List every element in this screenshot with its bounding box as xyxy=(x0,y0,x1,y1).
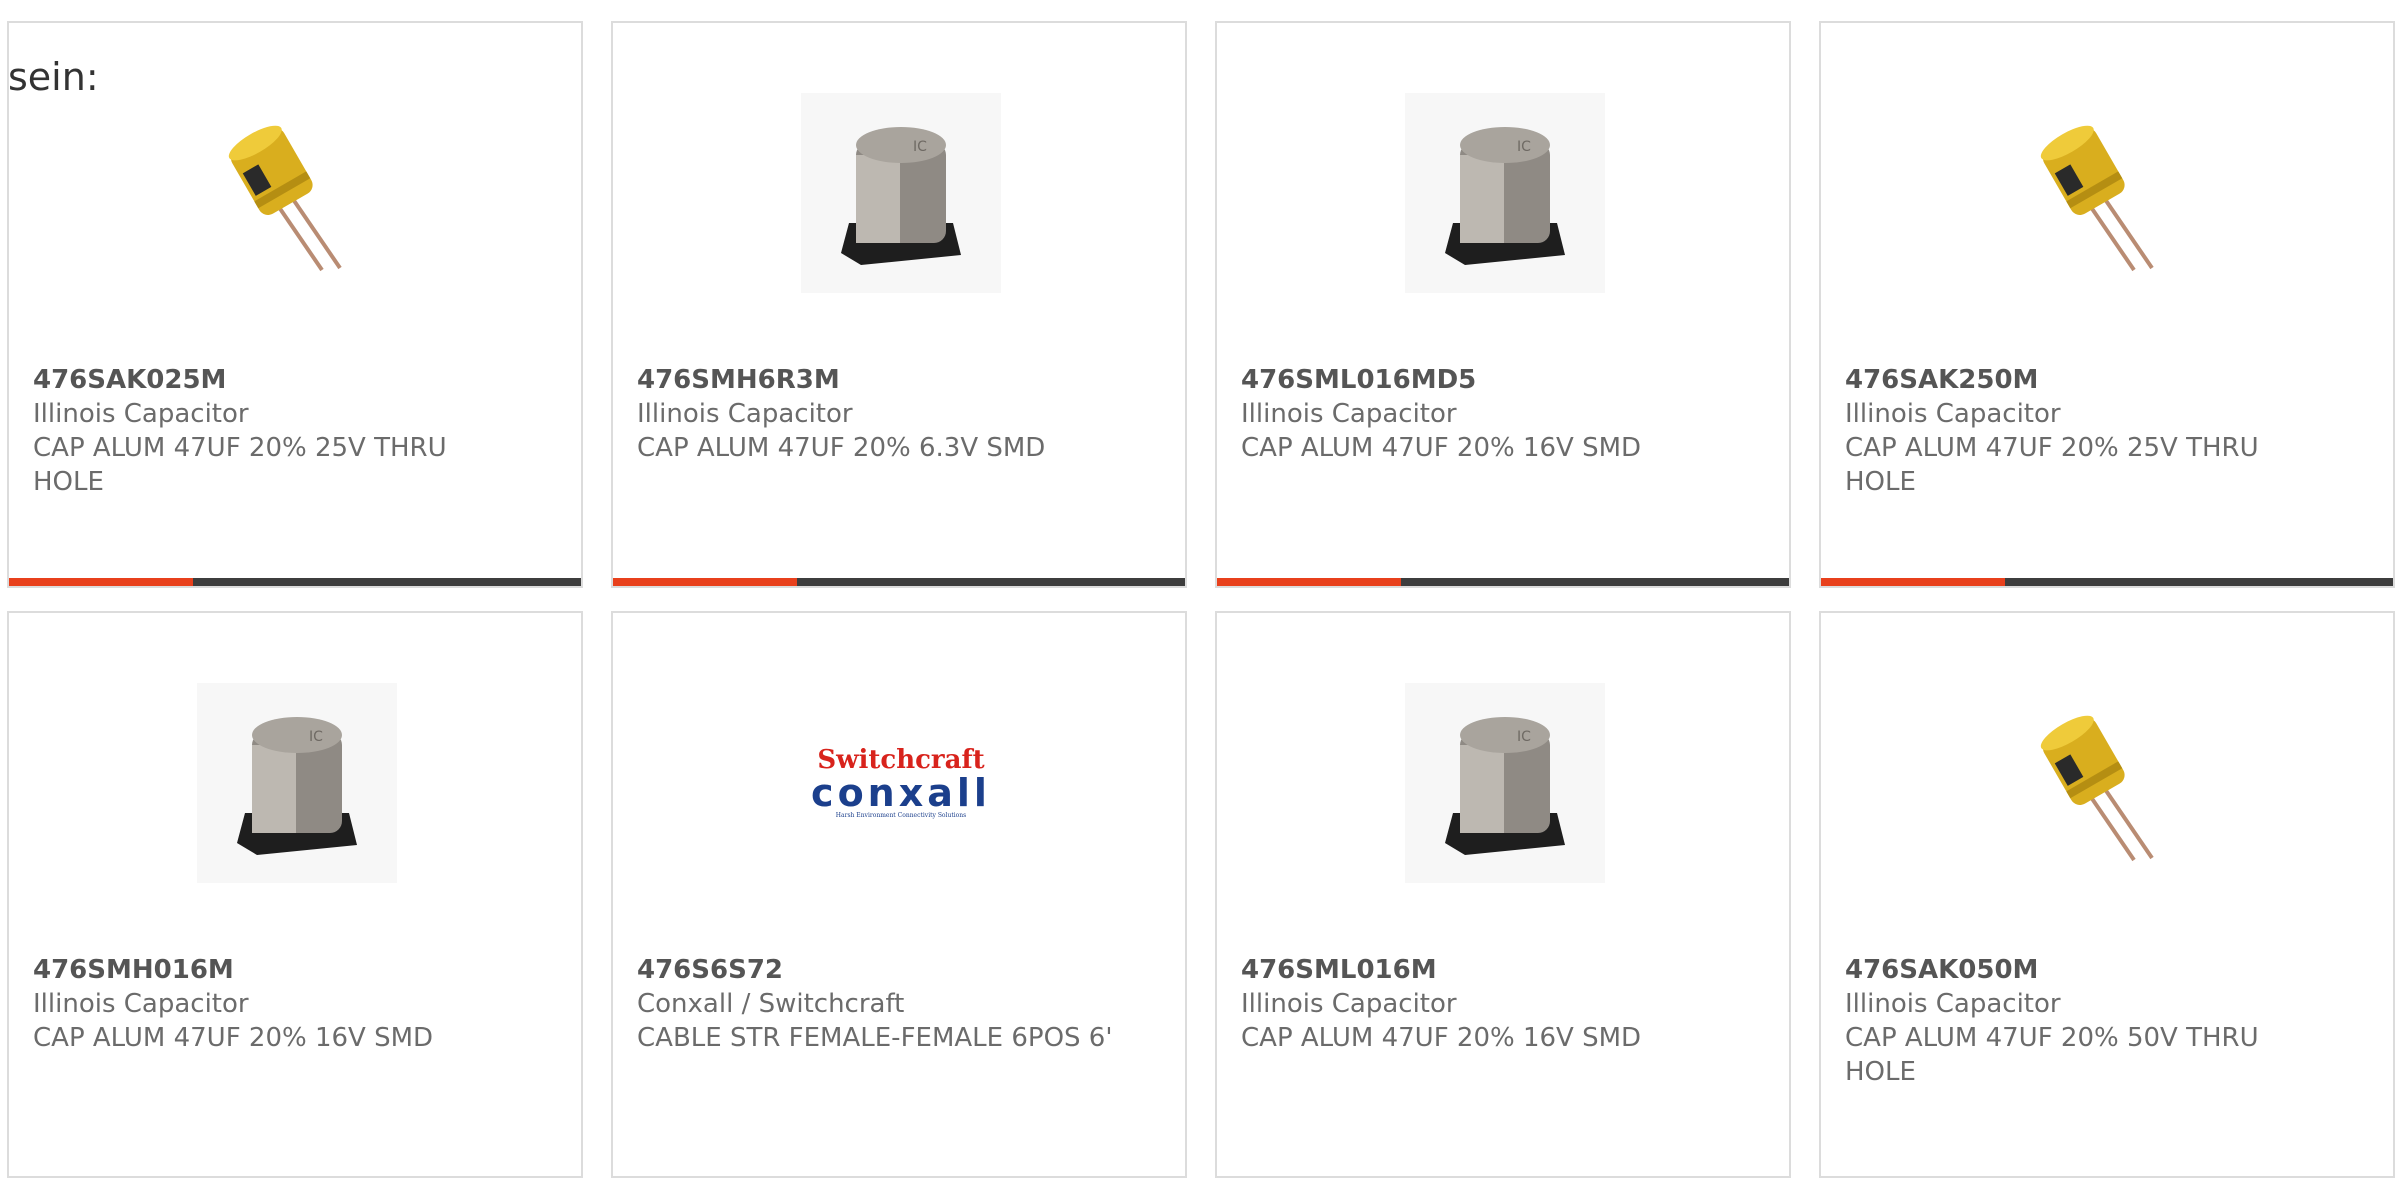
intro-text: sein: xyxy=(8,55,99,99)
manufacturer: Illinois Capacitor xyxy=(1845,399,2061,429)
product-text: 476SMH6R3M Illinois Capacitor CAP ALUM 4… xyxy=(637,363,1117,465)
accent-bar xyxy=(1821,578,2005,586)
accent-bar xyxy=(1217,578,1401,586)
radial-capacitor-icon xyxy=(2040,125,2154,272)
part-number-link[interactable]: 476SAK025M xyxy=(33,363,513,397)
part-number-link[interactable]: 476S6S72 xyxy=(637,953,1117,987)
svg-text:IC: IC xyxy=(913,139,927,155)
product-text: 476SAK050M Illinois Capacitor CAP ALUM 4… xyxy=(1845,953,2325,1089)
part-number-link[interactable]: 476SML016MD5 xyxy=(1241,363,1721,397)
svg-text:IC: IC xyxy=(1517,729,1531,745)
description: CAP ALUM 47UF 20% 16V SMD xyxy=(1241,433,1642,463)
part-number-link[interactable]: 476SML016M xyxy=(1241,953,1721,987)
card-bottom-bar xyxy=(9,578,581,586)
manufacturer: Illinois Capacitor xyxy=(1845,989,2061,1019)
product-card[interactable]: IC 476SMH6R3M Illinois Capacitor CAP ALU… xyxy=(611,21,1187,588)
accent-bar xyxy=(9,578,193,586)
manufacturer: Conxall / Switchcraft xyxy=(637,989,905,1019)
product-card[interactable]: IC 476SMH016M Illinois Capacitor CAP ALU… xyxy=(7,611,583,1178)
manufacturer: Illinois Capacitor xyxy=(1241,989,1457,1019)
product-image[interactable]: IC xyxy=(1405,93,1605,293)
card-bottom-bar xyxy=(1217,578,1789,586)
manufacturer: Illinois Capacitor xyxy=(1241,399,1457,429)
svg-text:IC: IC xyxy=(1517,139,1531,155)
switchcraft-conxall-logo: Switchcraft conxall Harsh Environment Co… xyxy=(801,746,1001,820)
product-image[interactable] xyxy=(2009,93,2209,293)
product-text: 476SAK025M Illinois Capacitor CAP ALUM 4… xyxy=(33,363,513,499)
product-card[interactable]: 476SAK050M Illinois Capacitor CAP ALUM 4… xyxy=(1819,611,2395,1178)
smd-capacitor-icon: IC xyxy=(801,93,1001,293)
product-card[interactable]: 476SAK025M Illinois Capacitor CAP ALUM 4… xyxy=(7,21,583,588)
card-bottom-bar xyxy=(1821,578,2393,586)
smd-capacitor-icon: IC xyxy=(1405,93,1605,293)
manufacturer: Illinois Capacitor xyxy=(33,399,249,429)
smd-capacitor-icon: IC xyxy=(1405,683,1605,883)
svg-text:IC: IC xyxy=(309,729,323,745)
product-card[interactable]: Switchcraft conxall Harsh Environment Co… xyxy=(611,611,1187,1178)
product-text: 476SAK250M Illinois Capacitor CAP ALUM 4… xyxy=(1845,363,2325,499)
description: CAP ALUM 47UF 20% 50V THRU HOLE xyxy=(1845,1023,2259,1087)
logo-text-main: conxall xyxy=(811,771,991,815)
smd-capacitor-icon: IC xyxy=(197,683,397,883)
card-bottom-bar xyxy=(613,578,1185,586)
product-card[interactable]: IC 476SML016MD5 Illinois Capacitor CAP A… xyxy=(1215,21,1791,588)
product-text: 476SML016M Illinois Capacitor CAP ALUM 4… xyxy=(1241,953,1721,1055)
product-text: 476S6S72 Conxall / Switchcraft CABLE STR… xyxy=(637,953,1117,1055)
part-number-link[interactable]: 476SMH016M xyxy=(33,953,513,987)
product-card[interactable]: 476SAK250M Illinois Capacitor CAP ALUM 4… xyxy=(1819,21,2395,588)
product-text: 476SML016MD5 Illinois Capacitor CAP ALUM… xyxy=(1241,363,1721,465)
manufacturer: Illinois Capacitor xyxy=(637,399,853,429)
product-image[interactable]: IC xyxy=(1405,683,1605,883)
description: CABLE STR FEMALE-FEMALE 6POS 6' xyxy=(637,1023,1113,1053)
part-number-link[interactable]: 476SAK250M xyxy=(1845,363,2325,397)
description: CAP ALUM 47UF 20% 25V THRU HOLE xyxy=(1845,433,2259,497)
product-image[interactable] xyxy=(2009,683,2209,883)
manufacturer: Illinois Capacitor xyxy=(33,989,249,1019)
product-image[interactable]: IC xyxy=(801,93,1001,293)
product-card[interactable]: IC 476SML016M Illinois Capacitor CAP ALU… xyxy=(1215,611,1791,1178)
logo-text-top: Switchcraft xyxy=(817,745,985,775)
part-number-link[interactable]: 476SAK050M xyxy=(1845,953,2325,987)
description: CAP ALUM 47UF 20% 6.3V SMD xyxy=(637,433,1046,463)
product-image[interactable]: Switchcraft conxall Harsh Environment Co… xyxy=(801,683,1001,883)
part-number-link[interactable]: 476SMH6R3M xyxy=(637,363,1117,397)
product-image[interactable]: IC xyxy=(197,683,397,883)
radial-capacitor-icon xyxy=(2040,715,2154,862)
description: CAP ALUM 47UF 20% 16V SMD xyxy=(1241,1023,1642,1053)
description: CAP ALUM 47UF 20% 16V SMD xyxy=(33,1023,434,1053)
product-image[interactable] xyxy=(197,93,397,293)
radial-capacitor-icon xyxy=(228,125,342,272)
product-text: 476SMH016M Illinois Capacitor CAP ALUM 4… xyxy=(33,953,513,1055)
accent-bar xyxy=(613,578,797,586)
description: CAP ALUM 47UF 20% 25V THRU HOLE xyxy=(33,433,447,497)
